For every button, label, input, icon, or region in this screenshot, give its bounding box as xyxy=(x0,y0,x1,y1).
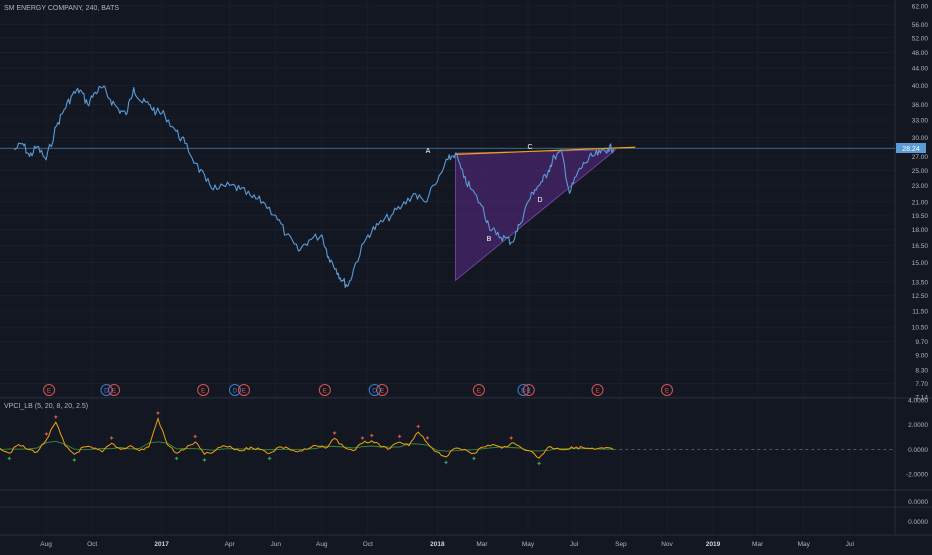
event-label: E xyxy=(527,388,532,395)
price-tick-label: 48.00 xyxy=(912,50,929,57)
time-tick-label: May xyxy=(798,541,811,548)
vpci-down-marker: ✦ xyxy=(267,455,273,463)
vpci-up-marker: ✦ xyxy=(508,434,514,442)
time-tick-label: Sep xyxy=(615,541,627,548)
time-tick-label: 2019 xyxy=(706,541,721,548)
event-label: E xyxy=(242,388,247,395)
vpci-up-marker: ✦ xyxy=(192,433,198,441)
time-tick-label: Jul xyxy=(570,541,579,548)
time-tick-label: 2017 xyxy=(154,541,169,548)
price-tick-label: 44.00 xyxy=(912,66,929,73)
vpci-up-marker: ✦ xyxy=(360,434,366,442)
price-tick-label: 21.00 xyxy=(912,199,929,206)
pattern-point-b: B xyxy=(487,236,492,243)
time-tick-label: Mar xyxy=(476,541,488,548)
price-tick-label: 56.00 xyxy=(912,22,929,29)
price-tick-label: 11.50 xyxy=(912,308,928,315)
time-tick-label: Apr xyxy=(225,541,236,548)
price-tick-label: 9.00 xyxy=(915,353,928,360)
time-tick-label: Aug xyxy=(316,541,328,548)
pane4-tick: 0.0000 xyxy=(908,519,928,526)
vpci-up-marker: ✦ xyxy=(415,423,421,431)
price-tick-label: 40.00 xyxy=(912,83,929,90)
vpci-up-marker: ✦ xyxy=(397,433,403,441)
vpci-tick-label: 4.0000 xyxy=(908,398,928,405)
price-tick-label: 23.00 xyxy=(912,183,929,190)
vpci-down-marker: ✦ xyxy=(174,455,180,463)
price-tick-label: 8.30 xyxy=(915,367,928,374)
vpci-tick-label: 2.0000 xyxy=(908,422,928,429)
symbol-label: SM ENERGY COMPANY, 240, BATS xyxy=(4,5,119,12)
vpci-down-marker: ✦ xyxy=(202,456,208,464)
price-tick-label: 12.50 xyxy=(912,293,929,300)
time-tick-label: Jun xyxy=(270,541,281,548)
vpci-tick-label: -2.0000 xyxy=(906,472,928,479)
time-tick-label: 2018 xyxy=(430,541,445,548)
price-tick-label: 7.70 xyxy=(915,381,928,388)
price-tick-label: 18.00 xyxy=(912,227,929,234)
price-tick-label: 13.50 xyxy=(912,279,929,286)
vpci-tick-label: 0.0000 xyxy=(908,447,928,454)
time-tick-label: May xyxy=(522,541,535,548)
time-tick-label: Nov xyxy=(661,541,673,548)
price-tick-label: 9.70 xyxy=(915,339,928,346)
pattern-point-d: D xyxy=(537,197,542,204)
indicator-label: VPCI_LB (5, 20, 8, 20, 2.5) xyxy=(4,403,88,410)
time-tick-label: Aug xyxy=(40,541,52,548)
vpci-up-marker: ✦ xyxy=(109,434,115,442)
chart-background xyxy=(0,0,932,550)
price-tick-label: 27.00 xyxy=(912,154,929,161)
time-tick-label: Oct xyxy=(363,541,373,548)
price-tick-label: 30.00 xyxy=(912,135,929,142)
price-tick-label: 62.00 xyxy=(912,4,929,11)
price-tick-label: 33.00 xyxy=(912,118,929,125)
event-label: E xyxy=(595,388,600,395)
event-label: D xyxy=(233,388,238,395)
event-label: E xyxy=(380,388,385,395)
vpci-down-marker: ✦ xyxy=(443,459,449,467)
pane3-tick: 0.0000 xyxy=(908,499,928,506)
vpci-up-marker: ✦ xyxy=(44,431,50,439)
vpci-up-marker: ✦ xyxy=(332,429,338,437)
event-label: E xyxy=(665,388,670,395)
vpci-down-marker: ✦ xyxy=(471,455,477,463)
price-tick-label: 25.00 xyxy=(912,168,929,175)
vpci-down-marker: ✦ xyxy=(536,460,542,468)
time-tick-label: Mar xyxy=(752,541,764,548)
price-tick-label: 52.00 xyxy=(912,35,929,42)
event-label: E xyxy=(201,388,206,395)
price-tick-label: 19.50 xyxy=(912,213,929,220)
price-tick-label: 15.00 xyxy=(912,260,929,267)
vpci-up-marker: ✦ xyxy=(155,410,161,418)
chart-svg: 62.00 56.00 52.00 48.00 44.00 40.00 36.00 33.00… xyxy=(0,0,932,550)
vpci-up-marker: ✦ xyxy=(425,434,431,442)
time-tick-label: Oct xyxy=(87,541,97,548)
price-tick-label: 36.00 xyxy=(912,102,929,109)
pattern-point-c: C xyxy=(527,144,532,151)
price-tick-label: 16.50 xyxy=(912,243,929,250)
vpci-up-marker: ✦ xyxy=(369,432,375,440)
time-tick-label: Jul xyxy=(846,541,855,548)
vpci-down-marker: ✦ xyxy=(71,456,77,464)
last-price-value: 28.24 xyxy=(902,146,920,153)
pattern-point-a: A xyxy=(426,148,431,155)
event-label: E xyxy=(323,388,328,395)
price-tick-label: 10.50 xyxy=(912,325,929,332)
event-label: E xyxy=(47,388,52,395)
vpci-up-marker: ✦ xyxy=(53,413,59,421)
event-label: E xyxy=(112,388,117,395)
event-label: E xyxy=(477,388,482,395)
chart-root: 62.00 56.00 52.00 48.00 44.00 40.00 36.00 33.00… xyxy=(0,0,932,550)
vpci-down-marker: ✦ xyxy=(6,455,12,463)
